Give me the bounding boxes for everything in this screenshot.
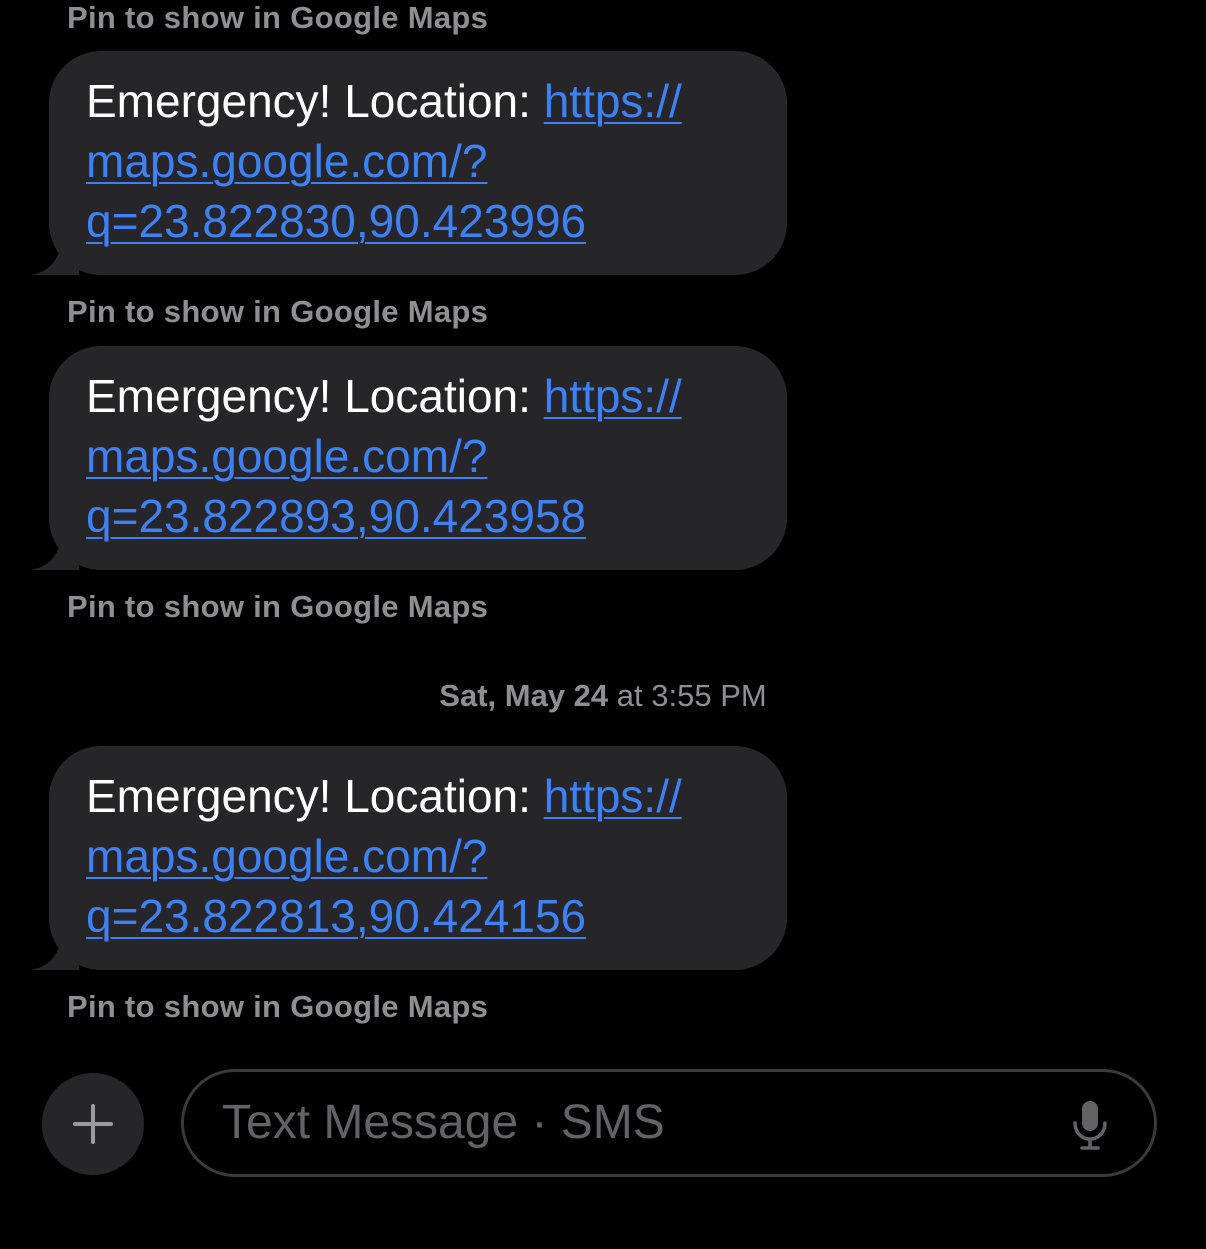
message-input[interactable]: Text Message · SMS (181, 1069, 1157, 1177)
message-input-placeholder: Text Message · SMS (222, 1096, 665, 1149)
message-text: Emergency! Location: https://maps.google… (86, 75, 682, 247)
timestamp-at: at (608, 678, 652, 713)
message-bubble[interactable]: Emergency! Location: https://maps.google… (31, 746, 787, 970)
timestamp-day: Sat, May 24 (439, 678, 609, 713)
add-attachment-button[interactable] (42, 1073, 144, 1175)
pin-caption: Pin to show in Google Maps (67, 589, 489, 624)
bubble-tail (31, 231, 79, 275)
message-text: Emergency! Location: https://maps.google… (86, 770, 682, 942)
pin-caption: Pin to show in Google Maps (67, 0, 489, 35)
plus-icon (73, 1104, 113, 1144)
bubble-tail (31, 926, 79, 970)
maps-link[interactable]: maps.google.com/? (86, 135, 487, 187)
maps-link[interactable]: maps.google.com/? (86, 430, 487, 482)
message-bubble[interactable]: Emergency! Location: https://maps.google… (31, 51, 787, 275)
maps-link[interactable]: q=23.822830,90.423996 (86, 195, 586, 247)
maps-link[interactable]: q=23.822893,90.423958 (86, 490, 586, 542)
message-text: Emergency! Location: https://maps.google… (86, 370, 682, 542)
pin-caption: Pin to show in Google Maps (67, 989, 489, 1024)
maps-link[interactable]: https:// (544, 75, 682, 127)
maps-link[interactable]: https:// (544, 770, 682, 822)
bubble-tail (31, 526, 79, 570)
maps-link[interactable]: q=23.822813,90.424156 (86, 890, 586, 942)
message-bubble[interactable]: Emergency! Location: https://maps.google… (31, 346, 787, 570)
timestamp: Sat, May 24 at 3:55 PM (0, 680, 1206, 711)
maps-link[interactable]: maps.google.com/? (86, 830, 487, 882)
maps-link[interactable]: https:// (544, 370, 682, 422)
pin-caption: Pin to show in Google Maps (67, 294, 489, 329)
microphone-icon[interactable] (1070, 1099, 1110, 1151)
timestamp-time: 3:55 PM (651, 678, 767, 713)
